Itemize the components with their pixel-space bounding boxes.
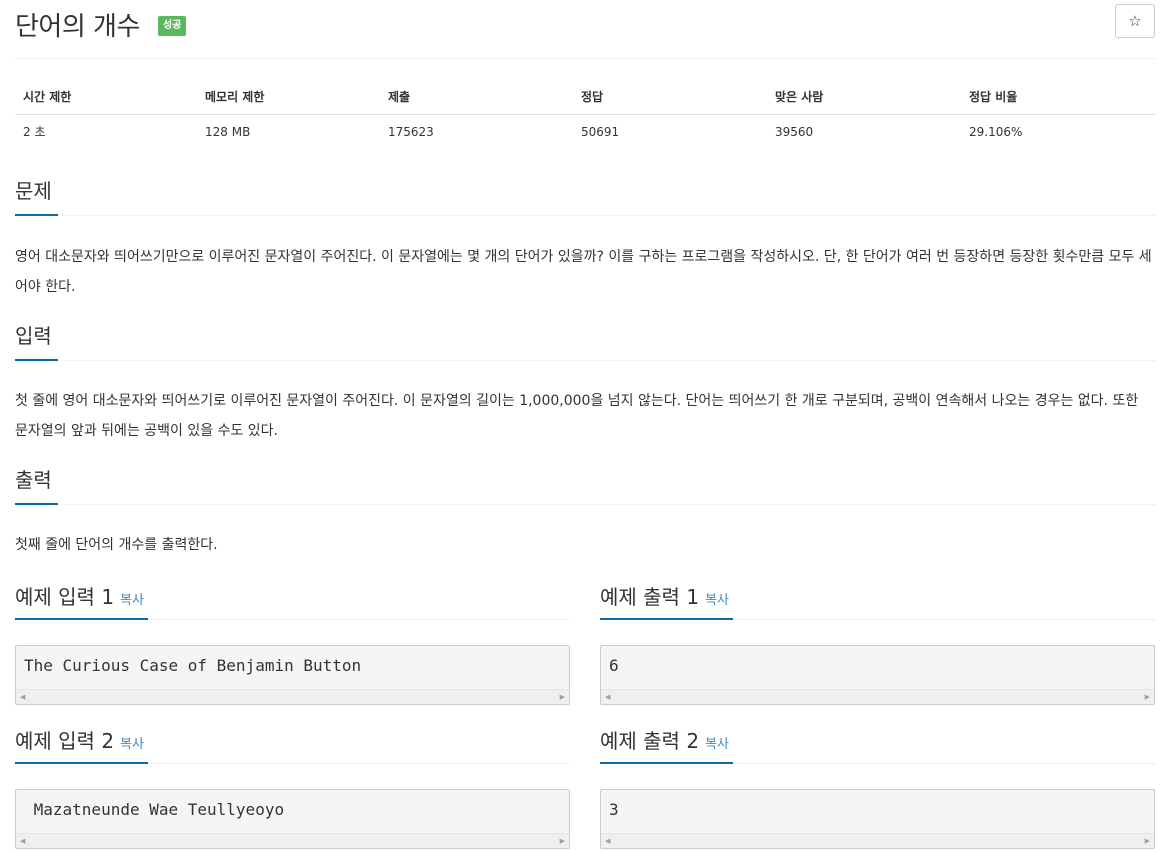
sample-output-2-text: 3 [609,800,619,819]
cell-ratio: 29.106% [969,124,1023,139]
favorite-button[interactable]: ☆ [1115,4,1155,38]
page-title: 단어의 개수 [15,12,140,42]
sample-output-1-header: 예제 출력 1 복사 [600,584,1155,620]
horizontal-scrollbar[interactable]: ◀ ▶ [601,689,1154,704]
cell-solvers: 39560 [775,124,814,139]
output-section-title: 출력 [15,467,58,505]
scroll-right-icon[interactable]: ▶ [560,693,565,701]
sample-output-2-title: 예제 출력 2 [600,729,700,753]
cell-memory-limit: 128 MB [205,124,251,139]
scroll-right-icon[interactable]: ▶ [1145,837,1150,845]
sample-output-1-title: 예제 출력 1 [600,585,700,609]
sample-input-2-box[interactable]: Mazatneunde Wae Teullyeoyo ◀ ▶ [15,789,570,849]
problem-section-title: 문제 [15,178,58,216]
input-section-header: 입력 [15,323,1155,361]
problem-header: 단어의 개수 성공 ☆ [15,0,1155,59]
header-submissions: 제출 [380,80,573,115]
sample-input-1-header: 예제 입력 1 복사 [15,584,570,620]
copy-sample-input-2-button[interactable]: 복사 [120,737,144,752]
status-badge: 성공 [158,16,187,36]
output-section-header: 출력 [15,467,1155,505]
star-icon: ☆ [1128,12,1142,30]
sample-input-1-title: 예제 입력 1 [15,585,115,609]
sample-output-1-text: 6 [609,656,619,675]
sample-input-2-header: 예제 입력 2 복사 [15,728,570,764]
cell-submissions: 175623 [388,124,434,139]
input-description: 첫 줄에 영어 대소문자와 띄어쓰기로 이루어진 문자열이 주어진다. 이 문자… [15,393,1139,439]
scroll-right-icon[interactable]: ▶ [1145,693,1150,701]
scroll-left-icon[interactable]: ◀ [605,837,610,845]
table-row: 2 초 128 MB 175623 50691 39560 29.106% [15,114,1155,149]
input-section-title: 입력 [15,323,58,361]
sample-output-2-header: 예제 출력 2 복사 [600,728,1155,764]
header-time-limit: 시간 제한 [15,80,197,115]
problem-info-table: 시간 제한 메모리 제한 제출 정답 맞은 사람 정답 비율 2 초 128 M… [15,80,1155,149]
header-memory-limit: 메모리 제한 [197,80,380,115]
horizontal-scrollbar[interactable]: ◀ ▶ [16,689,569,704]
output-description: 첫째 줄에 단어의 개수를 출력한다. [15,537,218,553]
sample-output-2-box[interactable]: 3 ◀ ▶ [600,789,1155,849]
scroll-left-icon[interactable]: ◀ [605,693,610,701]
sample-input-2-title: 예제 입력 2 [15,729,115,753]
copy-sample-input-1-button[interactable]: 복사 [120,593,144,608]
copy-sample-output-2-button[interactable]: 복사 [705,737,729,752]
sample-output-1-box[interactable]: 6 ◀ ▶ [600,645,1155,705]
sample-input-1-text: The Curious Case of Benjamin Button [24,656,362,675]
scroll-left-icon[interactable]: ◀ [20,837,25,845]
header-solvers: 맞은 사람 [767,80,961,115]
horizontal-scrollbar[interactable]: ◀ ▶ [601,833,1154,848]
copy-sample-output-1-button[interactable]: 복사 [705,593,729,608]
header-ratio: 정답 비율 [961,80,1155,115]
scroll-right-icon[interactable]: ▶ [560,837,565,845]
cell-time-limit: 2 초 [23,125,46,140]
cell-accepted: 50691 [581,124,620,139]
scroll-left-icon[interactable]: ◀ [20,693,25,701]
header-accepted: 정답 [573,80,767,115]
problem-description: 영어 대소문자와 띄어쓰기만으로 이루어진 문자열이 주어진다. 이 문자열에는… [15,249,1152,295]
table-header-row: 시간 제한 메모리 제한 제출 정답 맞은 사람 정답 비율 [15,80,1155,115]
sample-input-1-box[interactable]: The Curious Case of Benjamin Button ◀ ▶ [15,645,570,705]
horizontal-scrollbar[interactable]: ◀ ▶ [16,833,569,848]
sample-input-2-text: Mazatneunde Wae Teullyeoyo [24,800,285,819]
problem-section-header: 문제 [15,178,1155,216]
